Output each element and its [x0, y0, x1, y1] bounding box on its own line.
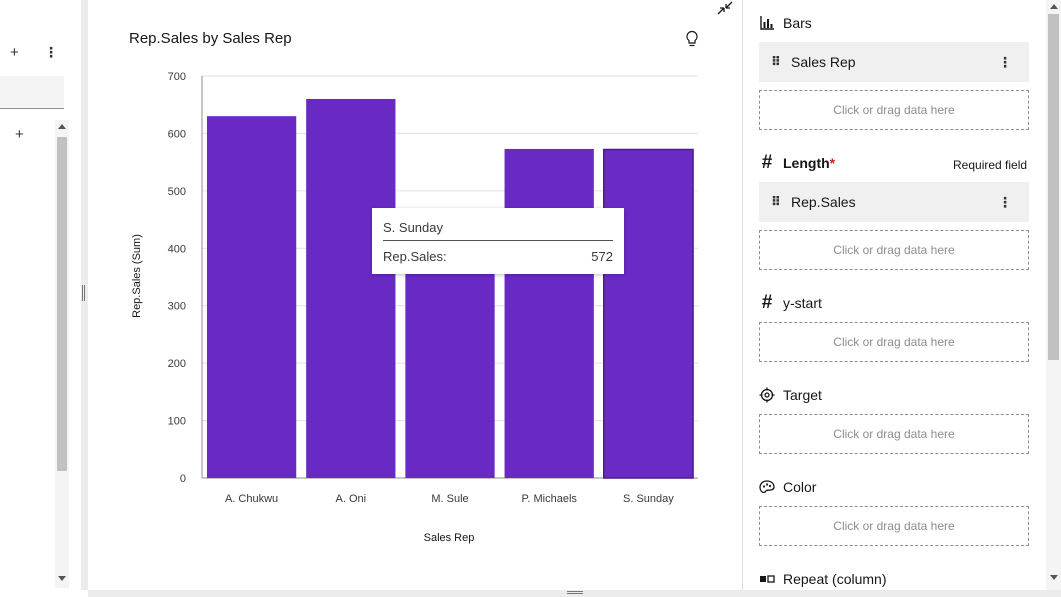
ystart-slot-label: y-start — [783, 295, 822, 311]
drop-zone-bars[interactable]: Click or drag data here — [759, 90, 1029, 130]
x-tick-label: A. Oni — [336, 493, 367, 505]
y-tick-label: 500 — [168, 186, 186, 198]
drag-handle-icon[interactable]: ⠿ — [759, 54, 791, 70]
required-star: * — [829, 155, 836, 171]
length-slot-label: Length — [783, 155, 830, 171]
scroll-up-arrow-icon[interactable] — [58, 124, 66, 129]
field-pill-rep-sales[interactable]: ⠿ Rep.Sales ⋮ — [759, 182, 1029, 222]
bars-slot-header: Bars — [759, 15, 812, 31]
right-panel-scroll-thumb[interactable] — [1048, 14, 1059, 360]
add-item-icon[interactable]: + — [15, 127, 24, 142]
bar[interactable] — [306, 98, 396, 478]
drop-zone-color[interactable]: Click or drag data here — [759, 506, 1029, 546]
target-slot-label: Target — [783, 387, 822, 403]
y-tick-label: 200 — [168, 358, 186, 370]
grip-icon — [82, 285, 85, 301]
hash-icon: # — [761, 292, 773, 313]
y-axis-label: Rep.Sales (Sum) — [131, 234, 143, 318]
target-icon — [759, 387, 775, 403]
scroll-up-arrow-icon[interactable] — [1050, 4, 1058, 9]
chart-tooltip: S. Sunday Rep.Sales: 572 — [372, 208, 624, 274]
tooltip-label: Rep.Sales: — [383, 249, 447, 264]
color-slot-header: Color — [759, 479, 816, 495]
drop-zone-target[interactable]: Click or drag data here — [759, 414, 1029, 454]
bar[interactable] — [603, 148, 694, 479]
drop-zone-ystart[interactable]: Click or drag data here — [759, 322, 1029, 362]
y-tick-label: 300 — [168, 301, 186, 313]
grip-icon — [567, 591, 583, 594]
add-icon[interactable]: + — [10, 45, 19, 60]
tooltip-value: 572 — [591, 249, 613, 264]
x-axis-label: Sales Rep — [424, 532, 475, 544]
repeat-column-icon — [760, 575, 775, 583]
color-slot-label: Color — [783, 479, 817, 495]
bar-chart-icon — [760, 16, 774, 30]
palette-icon — [759, 480, 775, 494]
x-tick-label: A. Chukwu — [225, 493, 278, 505]
overflow-menu-icon[interactable]: ⋮ — [981, 54, 1029, 71]
chart-area: Rep.Sales by Sales Rep 0 100 200 300 400 500 6… — [88, 0, 742, 590]
bar[interactable] — [504, 148, 594, 479]
y-tick-label: 400 — [168, 243, 186, 255]
field-pill-sales-rep[interactable]: ⠿ Sales Rep ⋮ — [759, 42, 1029, 82]
bars-slot-label: Bars — [783, 15, 812, 31]
tooltip-title: S. Sunday — [383, 220, 613, 241]
bar[interactable] — [206, 116, 297, 478]
scroll-down-arrow-icon[interactable] — [1050, 575, 1058, 580]
y-tick-label: 600 — [168, 128, 186, 140]
y-tick-label: 700 — [168, 71, 186, 83]
tooltip-row: Rep.Sales: 572 — [383, 249, 613, 264]
length-slot-header: # Length * — [759, 152, 836, 173]
left-panel: + ⋮ + — [0, 0, 81, 597]
overflow-menu-icon[interactable]: ⋮ — [44, 45, 58, 59]
drag-handle-icon[interactable]: ⠿ — [759, 194, 791, 210]
bar-chart: 0 100 200 300 400 500 600 700 A. Chukwu A. Oni M. … — [131, 71, 698, 544]
repeat-slot-label: Repeat (column) — [783, 571, 887, 587]
hash-icon: # — [761, 152, 773, 173]
x-tick-label: S. Sunday — [623, 493, 674, 505]
field-name: Rep.Sales — [791, 194, 856, 210]
scroll-down-arrow-icon[interactable] — [58, 576, 66, 581]
y-tick-label: 0 — [180, 473, 186, 485]
field-name: Sales Rep — [791, 54, 856, 70]
left-panel-scroll-thumb[interactable] — [57, 137, 67, 471]
repeat-slot-header: Repeat (column) — [759, 571, 887, 587]
left-panel-input[interactable] — [0, 76, 64, 109]
x-tick-label: M. Sule — [431, 493, 468, 505]
left-resize-handle[interactable] — [81, 0, 88, 590]
target-slot-header: Target — [759, 387, 822, 403]
y-tick-label: 100 — [168, 416, 186, 428]
drop-zone-length[interactable]: Click or drag data here — [759, 230, 1029, 270]
x-tick-label: P. Michaels — [521, 493, 577, 505]
overflow-menu-icon[interactable]: ⋮ — [981, 194, 1029, 211]
bar[interactable] — [405, 248, 495, 478]
ystart-slot-header: # y-start — [759, 292, 822, 313]
required-field-note: Required field — [953, 158, 1028, 172]
